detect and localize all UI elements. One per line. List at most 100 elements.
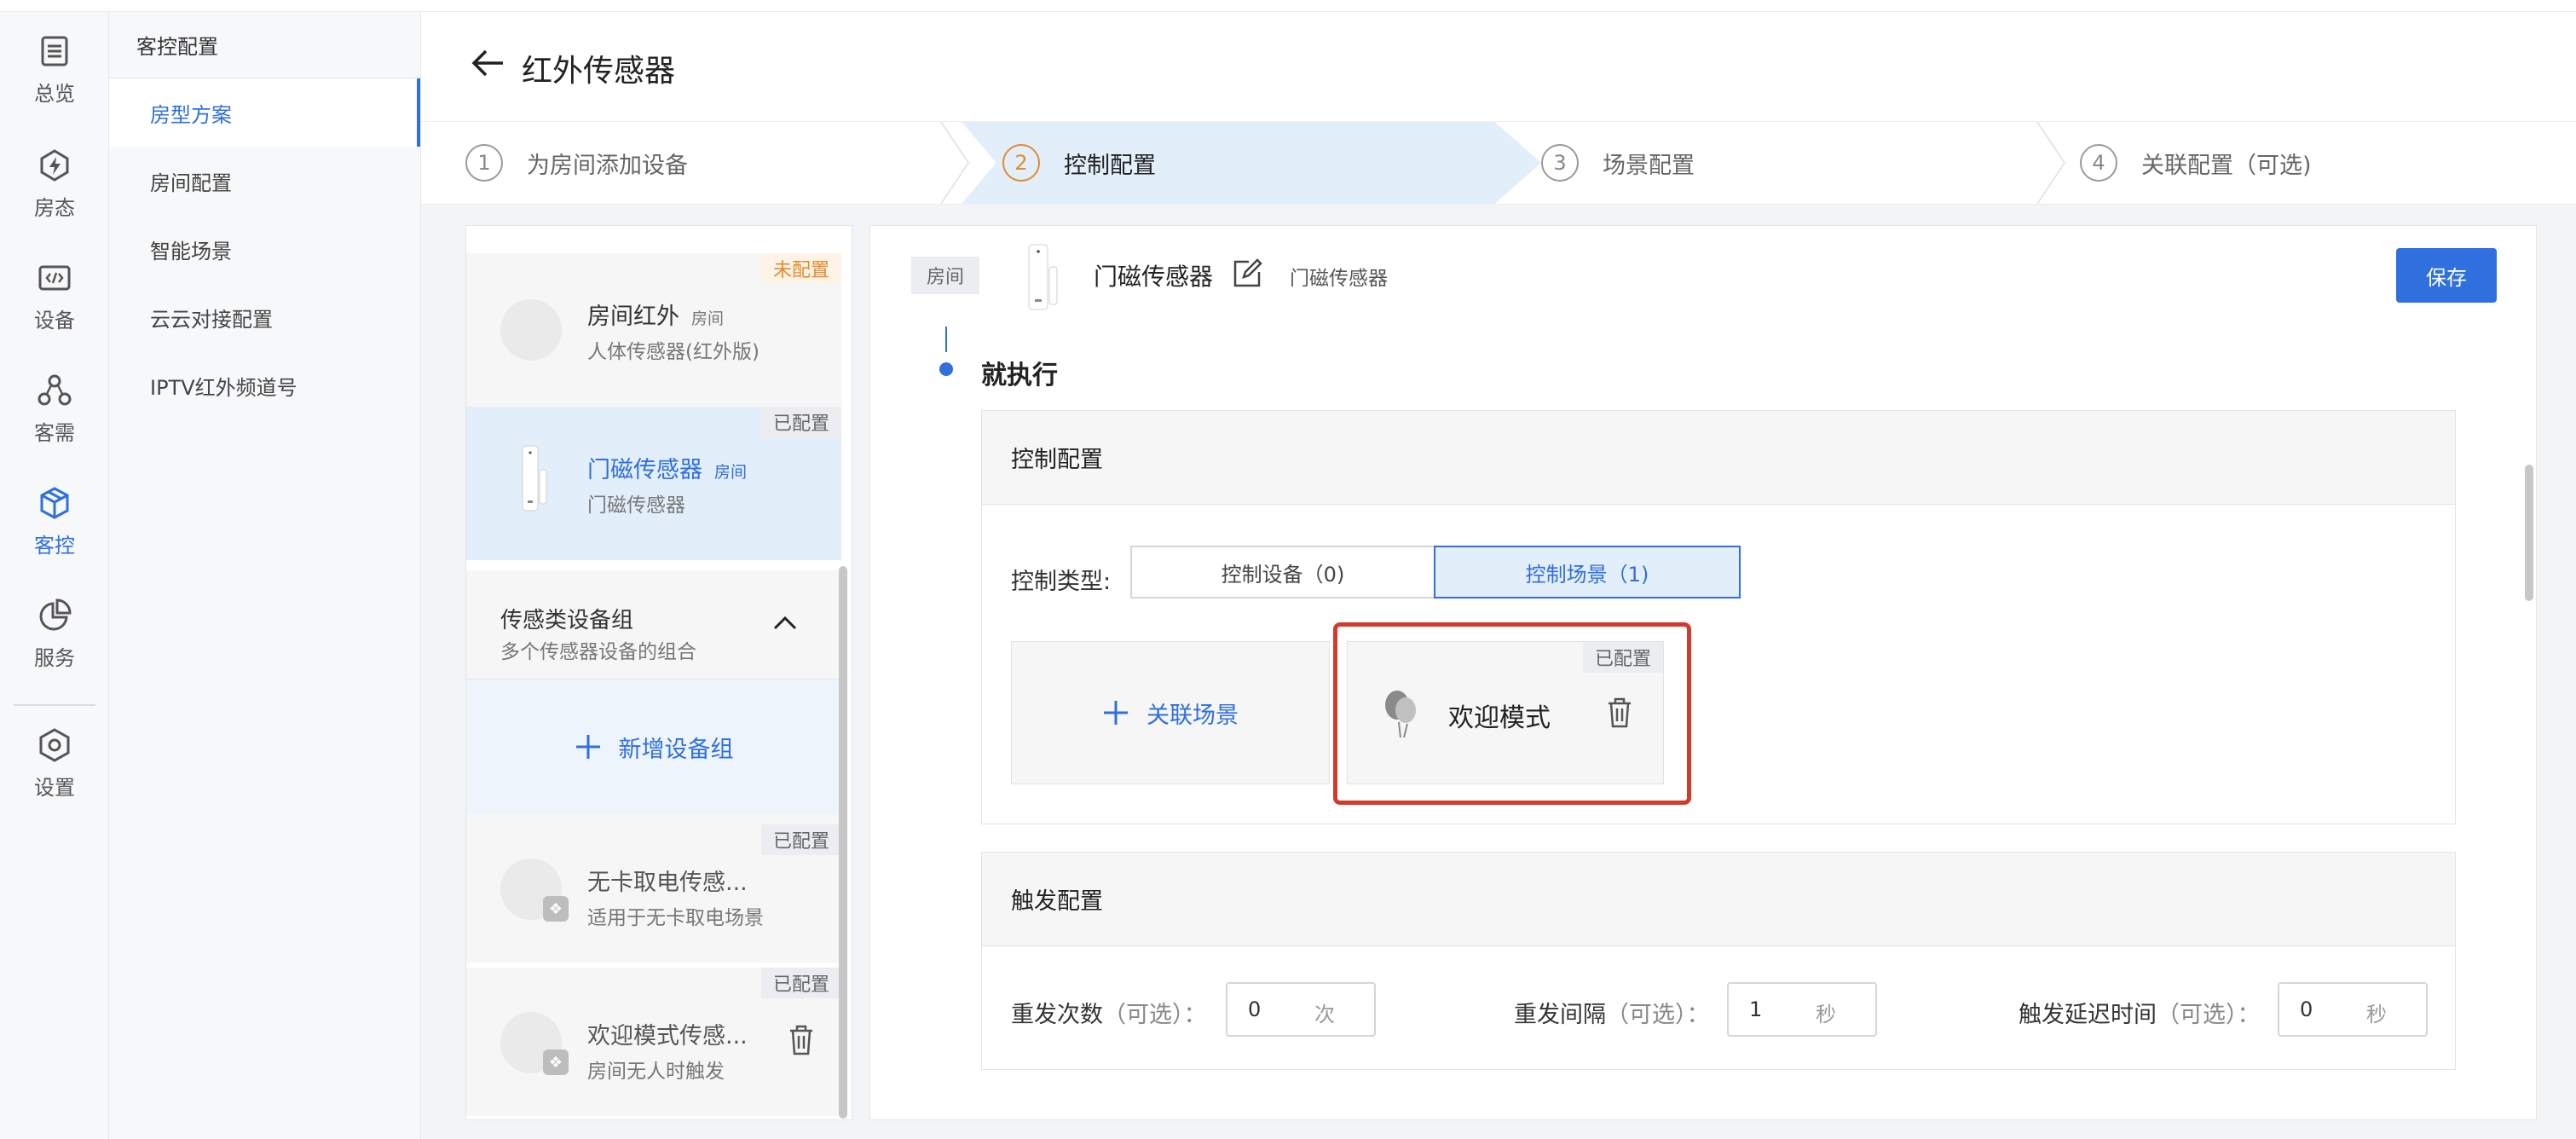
rail-label: 设置	[34, 775, 75, 800]
step-number: 4	[2080, 144, 2117, 182]
door-sensor-icon	[1028, 244, 1058, 310]
input-unit: 秒	[1816, 1003, 1836, 1026]
device-group-header[interactable]: 传感类设备组 多个传感器设备的组合	[466, 570, 841, 679]
rail-label: 服务	[34, 645, 75, 670]
device-room-tag: 房间	[691, 309, 725, 328]
timeline-dot	[939, 362, 953, 376]
code-icon	[38, 265, 71, 290]
group-title: 传感类设备组	[500, 608, 634, 633]
status-badge: 未配置	[760, 253, 841, 284]
timeline-line	[945, 327, 947, 352]
step-number: 3	[1541, 144, 1579, 182]
group-badge-icon: ❖	[543, 896, 569, 922]
subnav-title: 客控配置	[109, 12, 420, 78]
group-subtitle: 多个传感器设备的组合	[500, 641, 696, 663]
trigger-delay-input[interactable]: 0 秒	[2278, 982, 2428, 1037]
retry-interval-label: 重发间隔（可选）：	[1514, 1002, 1710, 1028]
subnav-item-cloud-integration[interactable]: 云云对接配置	[109, 283, 420, 351]
subnav-item-room-type-plan[interactable]: 房型方案	[109, 78, 420, 147]
rail-item-guest-control[interactable]: 客控	[0, 474, 109, 568]
device-card-subtitle: 门磁传感器	[587, 494, 685, 517]
rail-label: 设备	[34, 308, 75, 332]
back-arrow-icon[interactable]	[471, 48, 505, 78]
save-button[interactable]: 保存	[2396, 248, 2497, 303]
device-card-name: 无卡取电传感...	[587, 870, 748, 896]
list-icon	[41, 36, 68, 66]
room-chip: 房间	[911, 257, 979, 294]
step-label: 关联配置（可选)	[2141, 152, 2312, 179]
config-panel: 房间 门磁传感器 门磁传感器 保存 就执行 控制配置 控制类型: 控制设备（0)…	[869, 225, 2537, 1120]
rail-label: 总览	[34, 81, 75, 106]
rail-item-service[interactable]: 服务	[0, 587, 109, 680]
rail-label: 房态	[34, 195, 75, 220]
device-list-scrollbar[interactable]	[839, 566, 847, 1119]
step-4[interactable]: 4 关联配置（可选)	[2080, 122, 2312, 204]
pie-icon	[39, 598, 72, 630]
step-separator	[2036, 122, 2066, 204]
input-unit: 次	[1314, 1003, 1335, 1026]
step-number: 1	[465, 144, 503, 182]
trigger-config-box: 触发配置 重发次数（可选）： 0 次 重发间隔（可选）： 1 秒 触发延迟时间（…	[981, 852, 2456, 1070]
input-value: 0	[2300, 997, 2313, 1021]
device-type: 门磁传感器	[1290, 268, 1388, 290]
door-sensor-icon	[522, 445, 547, 512]
top-bar	[0, 0, 2576, 12]
step-label: 场景配置	[1603, 152, 1695, 179]
control-scene-option[interactable]: 控制场景（1)	[1434, 546, 1741, 598]
rail-item-devices[interactable]: 设备	[0, 249, 109, 343]
device-card-room-infrared[interactable]: 未配置 房间红外 房间 人体传感器(红外版)	[466, 253, 841, 407]
edit-icon[interactable]	[1232, 258, 1262, 289]
add-scene-button[interactable]: 关联场景	[1011, 641, 1330, 784]
subnav-item-iptv-channels[interactable]: IPTV红外频道号	[109, 351, 420, 419]
icon-rail: 总览 房态 设备 客需 客控 服务 设置	[0, 12, 109, 1139]
subnav-item-room-config[interactable]: 房间配置	[109, 147, 420, 215]
device-name: 门磁传感器	[1094, 263, 1214, 291]
device-card-name: 房间红外 房间	[587, 304, 725, 330]
device-card-subtitle: 适用于无卡取电场景	[587, 907, 764, 929]
highlight-annotation	[1333, 622, 1691, 805]
step-label: 为房间添加设备	[527, 152, 688, 179]
step-number: 2	[1002, 144, 1040, 182]
input-value: 0	[1248, 997, 1262, 1021]
page-title: 红外传感器	[522, 54, 676, 89]
group-card-welcome-mode[interactable]: 已配置 ❖ 欢迎模式传感... 房间无人时触发	[466, 968, 841, 1116]
add-device-group-button[interactable]: 新增设备组	[466, 679, 841, 814]
input-unit: 秒	[2366, 1003, 2387, 1026]
subnav-item-smart-scenes[interactable]: 智能场景	[109, 215, 420, 283]
plus-icon	[575, 735, 600, 759]
retry-count-label: 重发次数（可选）：	[1011, 1002, 1207, 1028]
add-scene-label: 关联场景	[1146, 702, 1239, 729]
device-list-panel: 未配置 房间红外 房间 人体传感器(红外版) 已配置 门磁传感器 房间 门磁传感器 …	[465, 225, 852, 1120]
trash-icon[interactable]	[787, 1024, 816, 1056]
step-1[interactable]: 1 为房间添加设备	[465, 122, 688, 204]
config-scrollbar[interactable]	[2525, 465, 2533, 601]
status-badge: 已配置	[760, 968, 841, 998]
rail-item-overview[interactable]: 总览	[0, 22, 109, 116]
rail-label: 客需	[34, 420, 75, 445]
rail-item-settings[interactable]: 设置	[0, 716, 109, 810]
control-type-label: 控制类型:	[1011, 569, 1112, 595]
group-card-no-card-power[interactable]: 已配置 ❖ 无卡取电传感... 适用于无卡取电场景	[466, 814, 841, 963]
status-badge: 已配置	[760, 407, 841, 437]
step-2[interactable]: 2 控制配置	[1002, 122, 1156, 204]
device-card-door-sensor[interactable]: 已配置 门磁传感器 房间 门磁传感器	[466, 407, 841, 560]
device-card-name: 欢迎模式传感...	[587, 1023, 748, 1049]
rail-item-guest-requests[interactable]: 客需	[0, 361, 109, 455]
rail-divider	[14, 704, 95, 706]
retry-count-input[interactable]: 0 次	[1226, 982, 1376, 1037]
rail-item-room-status[interactable]: 房态	[0, 136, 109, 230]
step-label: 控制配置	[1064, 152, 1156, 179]
chevron-up-icon[interactable]	[770, 608, 800, 639]
sub-navigation: 客控配置 房型方案 房间配置 智能场景 云云对接配置 IPTV红外频道号	[109, 12, 421, 1139]
retry-interval-input[interactable]: 1 秒	[1727, 982, 1877, 1037]
control-device-option[interactable]: 控制设备（0)	[1130, 546, 1435, 598]
step-3[interactable]: 3 场景配置	[1541, 122, 1695, 204]
input-value: 1	[1749, 997, 1763, 1021]
group-badge-icon: ❖	[543, 1049, 569, 1075]
cube-icon	[40, 486, 69, 519]
page-header	[421, 12, 2576, 121]
device-room-tag: 房间	[714, 463, 748, 482]
execute-section-title: 就执行	[981, 361, 1058, 390]
device-card-subtitle: 人体传感器(红外版)	[587, 341, 760, 363]
plus-icon	[1104, 701, 1128, 725]
